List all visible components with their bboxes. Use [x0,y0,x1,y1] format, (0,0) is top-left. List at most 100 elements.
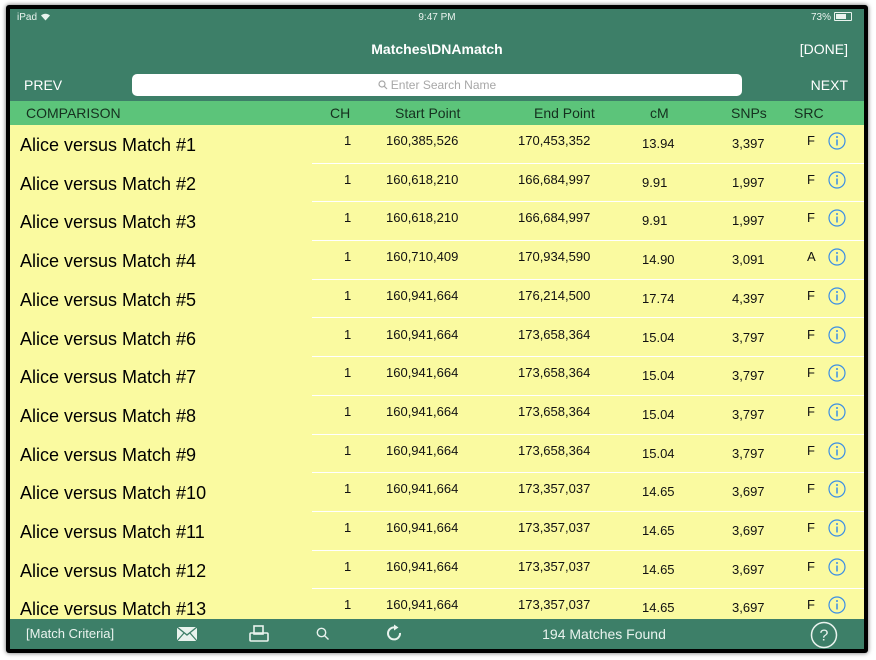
cell-ch: 1 [344,249,352,265]
cell-cm: 14.65 [642,523,675,538]
info-icon[interactable] [828,596,846,614]
cell-start: 160,941,664 [386,287,459,303]
svg-text:?: ? [820,628,829,645]
cell-snps: 3,397 [732,136,765,151]
cell-end: 176,214,500 [518,287,591,303]
table-row[interactable]: Alice versus Match #2 1 160,618,210 166,684… [10,164,864,203]
info-icon[interactable] [828,558,846,576]
cell-ch: 1 [344,558,352,574]
cell-ch: 1 [344,481,352,497]
search-icon[interactable] [316,627,330,646]
cell-src: F [807,133,815,148]
cell-start: 160,941,664 [386,558,459,574]
info-icon[interactable] [828,519,846,537]
device-frame: iPad 9:47 PM 73% Matches\DNAmatch [DONE]… [6,5,868,653]
col-start[interactable]: Start Point [395,105,460,121]
match-name: Alice versus Match #3 [20,212,197,233]
match-name: Alice versus Match #6 [20,328,197,349]
col-ch[interactable]: CH [330,105,350,121]
info-icon[interactable] [828,364,846,382]
cell-cm: 9.91 [642,213,668,229]
info-icon[interactable] [828,441,846,460]
help-icon[interactable]: ? [810,621,838,649]
info-icon[interactable] [828,403,846,421]
cell-snps: 1,997 [732,174,765,190]
info-icon[interactable] [828,325,846,344]
cell-cm: 15.04 [642,445,675,461]
cell-ch: 1 [344,287,352,303]
table-row[interactable]: Alice versus Match #11 1 160,941,664 173,35… [10,512,864,551]
table-row[interactable]: Alice versus Match #9 1 160,941,664 173,658… [10,435,864,474]
col-snps[interactable]: SNPs [731,105,767,121]
cell-start: 160,941,664 [386,481,459,497]
print-icon[interactable] [248,624,270,649]
info-icon[interactable] [828,132,846,150]
cell-src: F [807,558,815,574]
cell-end: 173,658,364 [518,365,591,381]
search-bar: PREV Enter Search Name NEXT [10,69,864,101]
done-button[interactable]: [DONE] [800,41,848,57]
next-button[interactable]: NEXT [811,77,848,93]
cell-src: F [807,520,815,535]
table-row[interactable]: Alice versus Match #6 1 160,941,664 173,658… [10,319,864,358]
cell-start: 160,941,664 [386,403,459,419]
cell-cm: 15.04 [642,368,675,384]
cell-src: F [807,403,815,419]
col-comparison[interactable]: COMPARISON [26,105,121,121]
search-placeholder: Enter Search Name [390,78,497,92]
cell-start: 160,618,210 [386,210,459,226]
cell-cm: 14.65 [642,484,675,500]
cell-start: 160,941,664 [386,520,459,535]
search-input[interactable]: Enter Search Name [132,74,742,96]
cell-cm: 14.90 [642,252,675,268]
table-row[interactable]: Alice versus Match #1 1 160,385,526 170,453… [10,125,864,164]
refresh-icon[interactable] [385,624,405,649]
match-name: Alice versus Match #5 [20,289,197,310]
col-end[interactable]: End Point [534,105,595,121]
cell-end: 173,658,364 [518,326,591,342]
col-src[interactable]: SRC [794,105,824,121]
table-row[interactable]: Alice versus Match #4 1 160,710,409 170,934… [10,241,864,280]
table-row[interactable]: Alice versus Match #10 1 160,941,664 173,35… [10,473,864,512]
table-row[interactable]: Alice versus Match #7 1 160,941,664 173,658… [10,357,864,396]
cell-end: 166,684,997 [518,210,591,226]
table-row[interactable]: Alice versus Match #12 1 160,941,664 173,35… [10,551,864,590]
info-icon[interactable] [828,209,846,227]
cell-ch: 1 [344,442,352,458]
cell-snps: 4,397 [732,290,765,306]
cell-snps: 1,997 [732,213,765,229]
prev-button[interactable]: PREV [24,77,62,93]
table-header: COMPARISON CH Start Point End Point cM S… [10,101,864,125]
cell-ch: 1 [344,403,352,419]
info-icon[interactable] [828,287,846,305]
info-icon[interactable] [828,248,846,266]
match-name: Alice versus Match #13 [20,599,207,619]
cell-snps: 3,697 [732,561,765,577]
match-count: 194 Matches Found [542,626,666,642]
match-list[interactable]: Alice versus Match #1 1 160,385,526 170,453… [10,125,864,619]
cell-start: 160,618,210 [386,171,459,187]
cell-src: F [807,442,815,458]
search-icon [378,80,388,90]
table-row[interactable]: Alice versus Match #8 1 160,941,664 173,658… [10,396,864,435]
table-row[interactable]: Alice versus Match #5 1 160,941,664 176,214… [10,280,864,319]
match-name: Alice versus Match #4 [20,251,197,272]
match-criteria-button[interactable]: [Match Criteria] [26,626,114,641]
cell-start: 160,941,664 [386,597,459,613]
col-cm[interactable]: cM [650,105,669,121]
info-icon[interactable] [828,171,846,189]
cell-cm: 14.65 [642,561,675,577]
cell-ch: 1 [344,597,352,613]
cell-snps: 3,697 [732,600,765,616]
cell-src: F [807,597,815,613]
table-row[interactable]: Alice versus Match #3 1 160,618,210 166,684… [10,202,864,242]
cell-cm: 9.91 [642,174,668,190]
cell-snps: 3,797 [732,329,765,345]
cell-snps: 3,797 [732,368,765,384]
match-name: Alice versus Match #11 [20,522,205,542]
info-icon[interactable] [828,480,846,498]
table-row[interactable]: Alice versus Match #13 1 160,941,664 173,35… [10,589,864,619]
cell-end: 173,357,037 [518,520,591,535]
cell-start: 160,385,526 [386,133,459,148]
mail-icon[interactable] [176,626,198,647]
